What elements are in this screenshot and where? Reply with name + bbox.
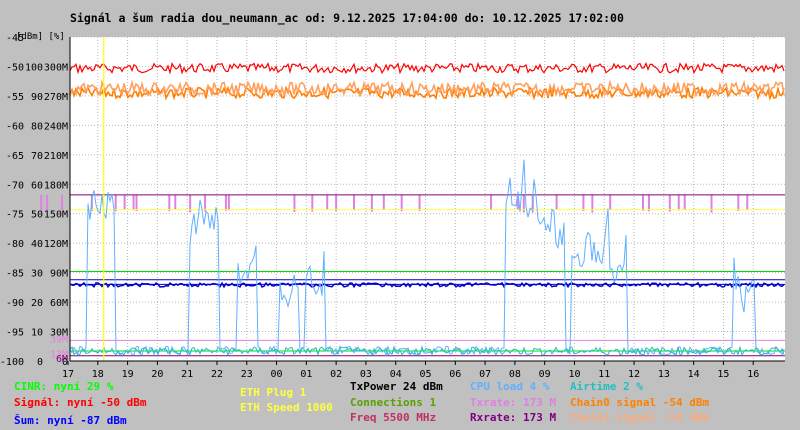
legend-freq: Freq 5500 MHz [350, 411, 437, 424]
y-tick-rate: 60M [50, 298, 68, 309]
legend-signal: Signál: nyní -50 dBm [14, 396, 147, 409]
y-tick-percent: 90 [31, 92, 43, 103]
x-tick-label: 07 [479, 369, 491, 378]
x-tick-label: 14 [688, 369, 700, 378]
x-tick-label: 23 [241, 369, 253, 378]
x-tick-label: 11 [598, 369, 610, 378]
y-tick-rate: 180M [44, 180, 68, 191]
legend-txpower: TxPower 24 dBm [350, 380, 443, 393]
x-tick-label: 03 [360, 369, 372, 378]
y-tick-dbm: -75 [6, 210, 24, 221]
legend-eth-plug: ETH Plug 1 [240, 386, 307, 399]
x-tick-label: 09 [539, 369, 551, 378]
y-tick-rate-colored: 6M [56, 354, 68, 365]
legend-cinr: CINR: nyní 29 % [14, 380, 114, 393]
x-tick-label: 13 [658, 369, 670, 378]
y-tick-percent: 0 [37, 357, 43, 368]
legend-connections: Connections 1 [350, 396, 437, 409]
x-tick-label: 00 [271, 369, 283, 378]
y-tick-rate: 90M [50, 269, 68, 280]
y-tick-percent: 60 [31, 180, 43, 191]
y-tick-percent: 20 [31, 298, 43, 309]
legend-chain1: Chain1 signal -53 dBm [570, 411, 710, 424]
y-tick-dbm: -65 [6, 151, 24, 162]
y-tick-rate: 270M [44, 92, 68, 103]
x-tick-label: 15 [717, 369, 729, 378]
y-tick-percent: 50 [31, 210, 43, 221]
x-tick-label: 05 [419, 369, 431, 378]
x-tick-label: 21 [181, 369, 193, 378]
legend-txrate: Txrate: 173 M [470, 396, 557, 409]
y-tick-rate: 240M [44, 121, 68, 132]
y-tick-percent: 70 [31, 151, 43, 162]
legend-chain0: Chain0 signal -54 dBm [570, 396, 710, 409]
y-tick-rate: 300M [44, 62, 68, 73]
y-tick-dbm: -85 [6, 269, 24, 280]
x-tick-label: 04 [390, 369, 402, 378]
y-tick-dbm: -100 [0, 357, 24, 368]
y-tick-percent: 100 [25, 62, 43, 73]
y-tick-dbm: -95 [6, 328, 24, 339]
signal-noise-chart: Signál a šum radia dou_neumann_ac od: 9.… [0, 11, 785, 378]
x-tick-label: 10 [568, 369, 580, 378]
legend-eth-speed: ETH Speed 1000 [240, 401, 333, 414]
legend-rxrate: Rxrate: 173 M [470, 411, 557, 424]
x-tick-label: 06 [449, 369, 461, 378]
legend-airtime: Airtime 2 % [570, 380, 643, 393]
x-tick-label: 01 [300, 369, 312, 378]
y-tick-dbm: -60 [6, 121, 24, 132]
y-tick-rate: 150M [44, 210, 68, 221]
x-tick-label: 12 [628, 369, 640, 378]
x-tick-label: 02 [330, 369, 342, 378]
y-tick-dbm: -50 [6, 62, 24, 73]
y-tick-percent: 10 [31, 328, 43, 339]
x-tick-label: 17 [62, 369, 74, 378]
y-tick-rate-colored: 39M [50, 335, 68, 346]
x-tick-label: 18 [92, 369, 104, 378]
y-tick-dbm: -45 [6, 33, 24, 44]
x-tick-label: 22 [211, 369, 223, 378]
y-tick-dbm: -55 [6, 92, 24, 103]
x-tick-label: 08 [509, 369, 521, 378]
x-tick-label: 20 [151, 369, 163, 378]
x-tick-label: 19 [122, 369, 134, 378]
x-tick-label: 16 [747, 369, 759, 378]
y-tick-percent: 40 [31, 239, 43, 250]
y-tick-rate: 120M [44, 239, 68, 250]
y-tick-dbm: -80 [6, 239, 24, 250]
chart-title: Signál a šum radia dou_neumann_ac od: 9.… [70, 11, 624, 26]
y-tick-dbm: -90 [6, 298, 24, 309]
legend-noise: Šum: nyní -87 dBm [14, 414, 127, 427]
y-tick-dbm: -70 [6, 180, 24, 191]
y-tick-percent: 80 [31, 121, 43, 132]
legend: CINR: nyní 29 % Signál: nyní -50 dBm Šum… [0, 378, 800, 430]
y-tick-percent: 30 [31, 269, 43, 280]
y-tick-rate: 210M [44, 151, 68, 162]
legend-cpu: CPU load 4 % [470, 380, 550, 393]
